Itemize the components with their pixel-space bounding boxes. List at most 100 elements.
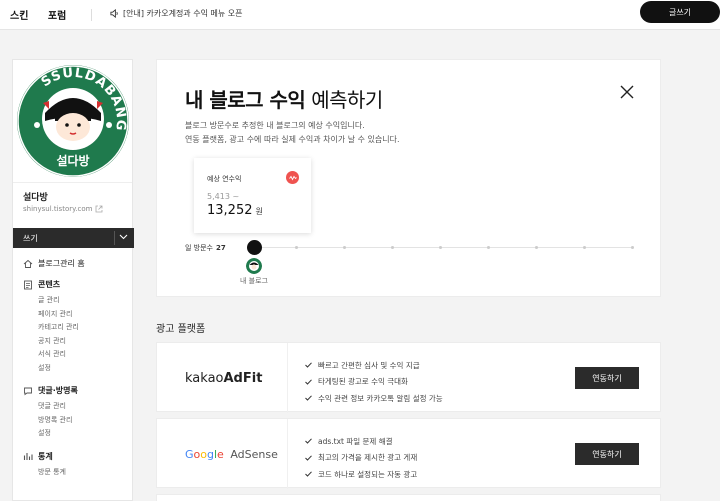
title-light: 예측하기 bbox=[311, 88, 383, 112]
ssuldabang-logo: SSULDABANG 설다방 bbox=[16, 65, 129, 177]
connect-adfit-button[interactable]: 연동하기 bbox=[575, 367, 639, 389]
write-bar-divider bbox=[114, 231, 115, 245]
slider-tick-dot bbox=[535, 246, 538, 249]
logo-prefix: kakao bbox=[185, 371, 224, 386]
logo-main: AdSense bbox=[230, 448, 278, 461]
check-icon bbox=[305, 455, 312, 461]
revenue-description: 블로그 방문수로 추정한 내 블로그의 예상 수익입니다. 연동 플랫폼, 광고… bbox=[185, 119, 400, 146]
ad-platform-section-title: 광고 플랫폼 bbox=[156, 324, 206, 335]
kakao-adfit-logo: kakaoAdFit bbox=[185, 371, 262, 386]
speaker-icon bbox=[110, 9, 118, 18]
slider-tick-dot bbox=[487, 246, 490, 249]
platform-card-next bbox=[156, 494, 661, 501]
visits-slider-handle[interactable] bbox=[247, 240, 262, 255]
revenue-max-number: 13,252 bbox=[207, 203, 253, 218]
top-bar: 스킨 포럼 [안내] 카카오계정과 수익 메뉴 오픈 글쓰기 bbox=[0, 0, 720, 30]
daily-visits-label: 일 방문수 bbox=[185, 244, 213, 252]
menu-group-comments: 댓글·방명록 댓글 관리 방명록 관리 설정 bbox=[23, 385, 128, 441]
revenue-card: 내 블로그 수익 예측하기 블로그 방문수로 추정한 내 블로그의 예상 수익입… bbox=[156, 59, 661, 297]
slider-tick-dot bbox=[295, 246, 298, 249]
menu-group-home: 블로그관리 홈 bbox=[23, 258, 128, 269]
top-nav: 스킨 포럼 bbox=[10, 7, 82, 22]
sidebar-item-comments[interactable]: 댓글·방명록 bbox=[23, 385, 128, 396]
description-line: 연동 플랫폼, 광고 수에 따라 실제 수익과 차이가 날 수 있습니다. bbox=[185, 134, 400, 144]
estimated-revenue-label: 예상 연수익 bbox=[207, 175, 242, 183]
sidebar: SSULDABANG 설다방 설다방 shinysul.tistory.com … bbox=[12, 59, 134, 501]
feature-item: 빠르고 간편한 심사 및 수익 지급 bbox=[305, 357, 443, 374]
estimated-revenue-box: 예상 연수익 5,413 ~ 13,252 원 bbox=[194, 158, 311, 233]
revenue-min-value: 5,413 ~ bbox=[207, 192, 240, 201]
sidebar-sub-page-manage[interactable]: 페이지 관리 bbox=[23, 308, 128, 322]
slider-tick-dot bbox=[583, 246, 586, 249]
sidebar-item-contents[interactable]: 콘텐츠 bbox=[23, 279, 128, 290]
slider-tick-dot bbox=[439, 246, 442, 249]
feature-item: ads.txt 파일 문제 해결 bbox=[305, 433, 417, 450]
title-bold: 내 블로그 수익 bbox=[185, 88, 306, 112]
card-divider bbox=[287, 419, 288, 489]
sidebar-sub-template-manage[interactable]: 서식 관리 bbox=[23, 348, 128, 362]
sidebar-sub-comment-manage[interactable]: 댓글 관리 bbox=[23, 400, 128, 414]
sidebar-write-label: 쓰기 bbox=[23, 234, 38, 243]
blog-url-link[interactable]: shinysul.tistory.com bbox=[23, 205, 103, 213]
close-icon[interactable] bbox=[620, 85, 634, 99]
notice-text: [안내] 카카오계정과 수익 메뉴 오픈 bbox=[123, 9, 243, 18]
sidebar-sub-comment-settings[interactable]: 설정 bbox=[23, 427, 128, 441]
description-line: 블로그 방문수로 추정한 내 블로그의 예상 수익입니다. bbox=[185, 121, 365, 130]
chevron-down-icon[interactable] bbox=[119, 234, 128, 240]
google-adsense-logo: Google AdSense bbox=[185, 448, 278, 461]
sidebar-sub-notice-manage[interactable]: 공지 관리 bbox=[23, 335, 128, 349]
feature-item: 타게팅된 광고로 수익 극대화 bbox=[305, 374, 443, 391]
connect-adsense-button[interactable]: 연동하기 bbox=[575, 443, 639, 465]
external-link-icon bbox=[96, 205, 103, 213]
sidebar-sub-content-settings[interactable]: 설정 bbox=[23, 362, 128, 376]
feature-list: ads.txt 파일 문제 해결 최고의 가격을 제시한 광고 게재 코드 하나… bbox=[305, 433, 417, 483]
sidebar-sub-visit-stats[interactable]: 방문 통계 bbox=[23, 466, 128, 480]
nav-forum[interactable]: 포럼 bbox=[48, 11, 66, 22]
revenue-unit: 원 bbox=[255, 207, 263, 216]
page-title: 내 블로그 수익 예측하기 bbox=[185, 84, 383, 113]
sidebar-item-blog-home[interactable]: 블로그관리 홈 bbox=[23, 258, 128, 269]
comment-icon bbox=[24, 387, 32, 395]
slider-tick-dot bbox=[343, 246, 346, 249]
sidebar-menu: 블로그관리 홈 콘텐츠 글 관리 페이지 관리 카테고리 관리 공지 관리 서식… bbox=[23, 258, 128, 489]
blog-profile-image[interactable]: SSULDABANG 설다방 bbox=[13, 60, 132, 183]
sidebar-item-label: 댓글·방명록 bbox=[38, 386, 78, 395]
check-icon bbox=[305, 362, 312, 368]
svg-text:설다방: 설다방 bbox=[56, 153, 89, 168]
revenue-max-value: 13,252 원 bbox=[207, 203, 263, 218]
nav-divider bbox=[91, 9, 92, 21]
feature-item: 수익 관련 정보 카카오톡 알림 설정 가능 bbox=[305, 390, 443, 407]
blog-name[interactable]: 설다방 bbox=[23, 190, 48, 203]
write-post-button[interactable]: 글쓰기 bbox=[640, 1, 720, 23]
menu-group-contents: 콘텐츠 글 관리 페이지 관리 카테고리 관리 공지 관리 서식 관리 설정 bbox=[23, 279, 128, 375]
bar-chart-icon bbox=[23, 453, 33, 460]
check-icon bbox=[305, 471, 312, 477]
nav-skin[interactable]: 스킨 bbox=[10, 11, 28, 22]
sidebar-item-label: 블로그관리 홈 bbox=[38, 259, 85, 268]
slider-tick-dot bbox=[631, 246, 634, 249]
sidebar-sub-category-manage[interactable]: 카테고리 관리 bbox=[23, 321, 128, 335]
platform-card-adfit: kakaoAdFit 빠르고 간편한 심사 및 수익 지급 타게팅된 광고로 수… bbox=[156, 342, 661, 413]
sidebar-write-bar[interactable]: 쓰기 bbox=[13, 228, 134, 248]
daily-visits-value: 27 bbox=[216, 244, 226, 252]
feature-list: 빠르고 간편한 심사 및 수익 지급 타게팅된 광고로 수익 극대화 수익 관련… bbox=[305, 357, 443, 407]
menu-group-stats: 통계 방문 통계 bbox=[23, 451, 128, 480]
home-icon bbox=[23, 259, 33, 268]
check-icon bbox=[305, 438, 312, 444]
platform-card-adsense: Google AdSense ads.txt 파일 문제 해결 최고의 가격을 … bbox=[156, 418, 661, 489]
notice-link[interactable]: [안내] 카카오계정과 수익 메뉴 오픈 bbox=[110, 8, 242, 19]
check-icon bbox=[305, 395, 312, 401]
document-icon bbox=[24, 280, 32, 289]
sidebar-item-stats[interactable]: 통계 bbox=[23, 451, 128, 462]
sidebar-item-label: 통계 bbox=[38, 451, 53, 461]
my-blog-avatar bbox=[246, 258, 262, 274]
sidebar-item-label: 콘텐츠 bbox=[38, 280, 61, 289]
revenue-badge-icon bbox=[286, 171, 299, 184]
blog-url-text: shinysul.tistory.com bbox=[23, 205, 93, 213]
my-blog-label: 내 블로그 bbox=[240, 277, 268, 285]
feature-item: 코드 하나로 설정되는 자동 광고 bbox=[305, 466, 417, 483]
slider-tick-dot bbox=[391, 246, 394, 249]
sidebar-sub-guestbook-manage[interactable]: 방명록 관리 bbox=[23, 414, 128, 428]
card-divider bbox=[287, 343, 288, 413]
sidebar-sub-post-manage[interactable]: 글 관리 bbox=[23, 294, 128, 308]
